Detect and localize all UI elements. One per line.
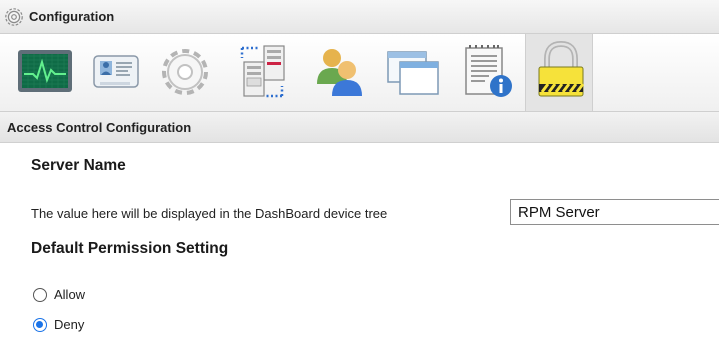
toolbar <box>0 34 719 112</box>
settings-tool-button[interactable] <box>150 36 218 108</box>
deny-radio-option[interactable]: Deny <box>33 317 84 332</box>
monitor-icon <box>18 50 72 92</box>
identity-tool-button[interactable] <box>80 36 148 108</box>
deny-label: Deny <box>54 317 85 332</box>
server-name-description: The value here will be displayed in the … <box>31 206 388 221</box>
allow-radio[interactable] <box>33 287 47 302</box>
allow-label: Allow <box>54 287 86 302</box>
window-titlebar: Configuration <box>0 0 719 34</box>
users-tool-button[interactable] <box>305 36 373 108</box>
access-control-tool-button[interactable] <box>525 34 593 111</box>
gear-icon <box>162 49 208 95</box>
gear-icon <box>5 7 23 26</box>
permission-heading: Default Permission Setting <box>31 240 229 257</box>
server-network-icon <box>240 45 285 98</box>
section-header: Access Control Configuration <box>0 112 719 143</box>
users-icon <box>317 49 362 96</box>
server-tool-button[interactable] <box>230 36 298 108</box>
windows-tool-button[interactable] <box>378 36 446 108</box>
padlock-icon <box>538 40 585 97</box>
windows-icon <box>387 51 439 95</box>
monitor-tool-button[interactable] <box>10 36 78 108</box>
section-title: Access Control Configuration <box>7 119 192 135</box>
server-name-input[interactable] <box>510 199 719 225</box>
allow-radio-option[interactable]: Allow <box>33 287 85 302</box>
server-name-heading: Server Name <box>31 157 126 174</box>
window-title: Configuration <box>29 9 115 24</box>
log-info-tool-button[interactable] <box>452 36 520 108</box>
deny-radio[interactable] <box>33 317 47 332</box>
id-card-icon <box>93 55 139 88</box>
notepad-info-icon <box>465 45 512 97</box>
